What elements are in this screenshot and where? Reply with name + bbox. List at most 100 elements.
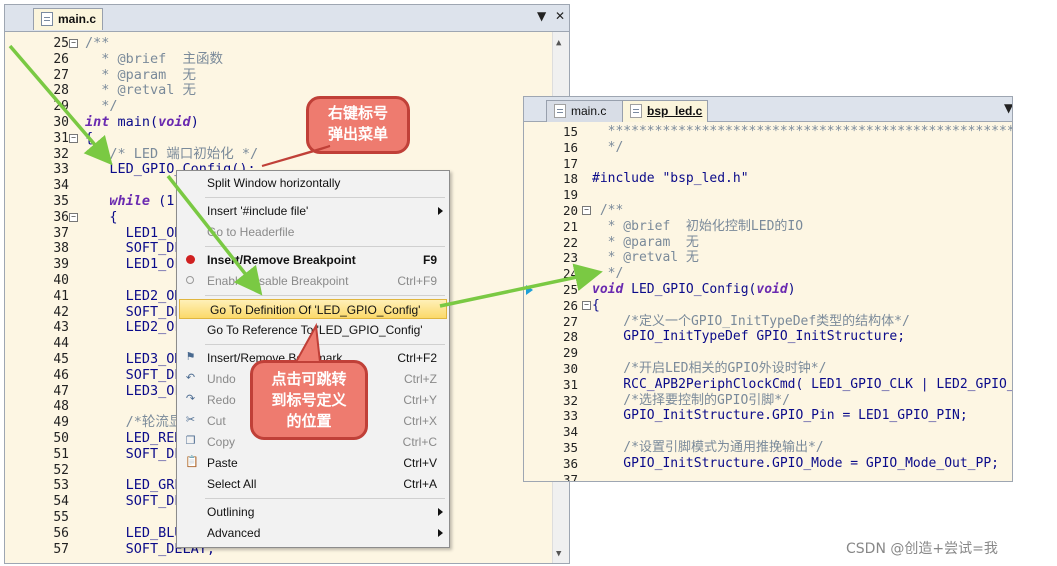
menu-separator	[205, 197, 445, 198]
code-line[interactable]: LED1_OF	[85, 256, 183, 273]
code-token: LED_BLU	[85, 524, 183, 541]
line-number: 41	[53, 288, 69, 304]
menu-separator	[205, 295, 445, 296]
menu-item-label: Select All	[207, 477, 257, 491]
code-line[interactable]: LED3_OF	[85, 382, 183, 400]
code-line[interactable]: /**	[85, 35, 109, 52]
code-line[interactable]: SOFT_DE	[85, 493, 183, 510]
code-line[interactable]: GPIO_InitStructure.GPIO_Mode = GPIO_Mode…	[592, 456, 999, 472]
code-token: /*轮流显	[85, 414, 183, 431]
code-line[interactable]: RCC_APB2PeriphClockCmd( LED1_GPIO_CLK | …	[592, 377, 1012, 393]
menu-item[interactable]: Go to Headerfile	[177, 222, 449, 242]
dropdown-icon[interactable]: ▼	[1004, 101, 1012, 115]
tab-label: bsp_led.c	[647, 104, 703, 118]
code-line[interactable]: */	[592, 140, 624, 156]
code-line[interactable]: #include "bsp_led.h"	[592, 171, 749, 187]
menu-item[interactable]: Go To Reference To 'LED_GPIO_Config'	[177, 320, 449, 340]
code-line[interactable]: {	[85, 130, 93, 147]
menu-item-label: Go To Reference To 'LED_GPIO_Config'	[207, 323, 423, 337]
code-line[interactable]: * @param 无	[85, 67, 196, 84]
line-number: 34	[562, 424, 578, 440]
line-number: 30	[53, 115, 69, 130]
code-line[interactable]: LED_RED	[85, 430, 183, 447]
callout-line: 到标号定义	[271, 391, 347, 409]
fold-toggle-icon[interactable]: −	[582, 300, 591, 310]
menu-item[interactable]: Enable/Disable Breakpoint Ctrl+F9	[177, 271, 449, 291]
code-line[interactable]: SOFT_DE	[85, 304, 183, 321]
code-line[interactable]: /*设置引脚模式为通用推挽输出*/	[592, 440, 823, 456]
code-line[interactable]: * @param 无	[592, 235, 699, 251]
code-line[interactable]: /* LED 端口初始化 */	[85, 146, 258, 163]
fold-toggle-icon[interactable]: −	[582, 206, 591, 215]
fold-toggle-icon[interactable]: −	[69, 39, 78, 48]
tab-bsp-led-c[interactable]: bsp_led.c	[622, 100, 708, 122]
menu-item[interactable]: Split Window horizontally	[177, 173, 449, 193]
code-line[interactable]: LED3_ON	[85, 351, 183, 368]
code-line[interactable]: GPIO_InitTypeDef GPIO_InitStructure;	[592, 329, 905, 345]
line-number: 45	[53, 352, 69, 367]
menu-item-label: Insert '#include file'	[207, 204, 309, 218]
code-token: SOFT_DE	[85, 366, 183, 383]
menu-item-label: Advanced	[207, 526, 261, 540]
code-line[interactable]: SOFT_DE	[85, 446, 183, 463]
code-line[interactable]: * @retval 无	[85, 82, 196, 99]
menu-separator	[205, 498, 445, 499]
code-token: SOFT_DE	[85, 493, 183, 510]
code-line[interactable]: SOFT_DE	[85, 240, 183, 257]
code-line[interactable]: * @retval 无	[592, 250, 699, 266]
line-number: 35	[53, 194, 69, 209]
code-line[interactable]: {	[592, 298, 600, 314]
code-line[interactable]: */	[592, 266, 624, 282]
line-number: 35	[562, 440, 578, 455]
scroll-down-icon[interactable]: ▼	[556, 549, 561, 559]
dropdown-icon[interactable]: ▼	[537, 9, 546, 23]
code-line[interactable]: int main(void)	[85, 114, 199, 131]
fold-toggle-icon[interactable]: −	[69, 133, 78, 143]
code-line[interactable]: while (1)	[85, 193, 182, 210]
code-line[interactable]: SOFT_DE	[85, 366, 183, 384]
code-line[interactable]: /*轮流显	[85, 414, 183, 431]
code-line[interactable]: /*开启LED相关的GPIO外设时钟*/	[592, 361, 826, 377]
code-line[interactable]: * @brief 主函数	[85, 51, 223, 68]
code-line[interactable]: GPIO_InitStructure.GPIO_Pin = LED1_GPIO_…	[592, 408, 967, 424]
line-number: 50	[53, 431, 69, 446]
code-line[interactable]: /*选择要控制的GPIO引脚*/	[592, 393, 790, 409]
menu-item[interactable]: Outlining	[177, 502, 449, 522]
menu-item[interactable]: Advanced	[177, 523, 449, 543]
code-line[interactable]: {	[85, 209, 117, 226]
code-line[interactable]: LED2_OF	[85, 319, 183, 336]
code-line[interactable]: /**	[592, 203, 624, 219]
line-number: 26	[53, 51, 69, 67]
code-token: LED3_OF	[85, 382, 183, 399]
code-line[interactable]: LED2_ON	[85, 288, 183, 305]
file-icon	[630, 104, 642, 118]
code-token: /*选择要控制的GPIO引脚*/	[592, 392, 790, 408]
menu-item-shortcut: Ctrl+A	[403, 477, 437, 491]
callout-jump: 点击可跳转 到标号定义 的位置	[250, 360, 368, 440]
menu-item[interactable]: Go To Definition Of 'LED_GPIO_Config'	[179, 299, 447, 319]
code-token: LED3_ON	[85, 351, 183, 367]
line-number: 49	[53, 415, 69, 431]
code-line[interactable]: LED_GRE	[85, 477, 183, 494]
line-number: 28	[562, 329, 578, 345]
menu-item[interactable]: Select All Ctrl+A	[177, 474, 449, 494]
code-line[interactable]: ****************************************…	[592, 124, 1012, 140]
code-line[interactable]: */	[85, 98, 117, 115]
scroll-up-icon[interactable]: ▲	[556, 38, 561, 48]
menu-item-label: Go to Headerfile	[207, 225, 295, 239]
code-line[interactable]: LED_BLU	[85, 524, 183, 542]
tab-main-c[interactable]: main.c	[546, 100, 632, 122]
close-icon[interactable]: ✕	[555, 9, 565, 23]
menu-item-shortcut: Ctrl+X	[403, 414, 437, 428]
menu-item[interactable]: 📋 Paste Ctrl+V	[177, 453, 449, 473]
menu-item[interactable]: Insert/Remove Breakpoint F9	[177, 250, 449, 270]
line-number: 55	[53, 510, 69, 525]
code-line[interactable]: /*定义一个GPIO_InitTypeDef类型的结构体*/	[592, 314, 910, 330]
code-line[interactable]: LED1_ON	[85, 225, 183, 242]
code-line[interactable]: * @brief 初始化控制LED的IO	[592, 219, 803, 235]
tab-main-c[interactable]: main.c	[33, 8, 104, 30]
callout-right-click: 右键标号 弹出菜单	[306, 96, 410, 154]
code-line[interactable]: void LED_GPIO_Config(void)	[592, 282, 796, 298]
fold-toggle-icon[interactable]: −	[69, 212, 78, 222]
menu-item[interactable]: Insert '#include file'	[177, 201, 449, 221]
